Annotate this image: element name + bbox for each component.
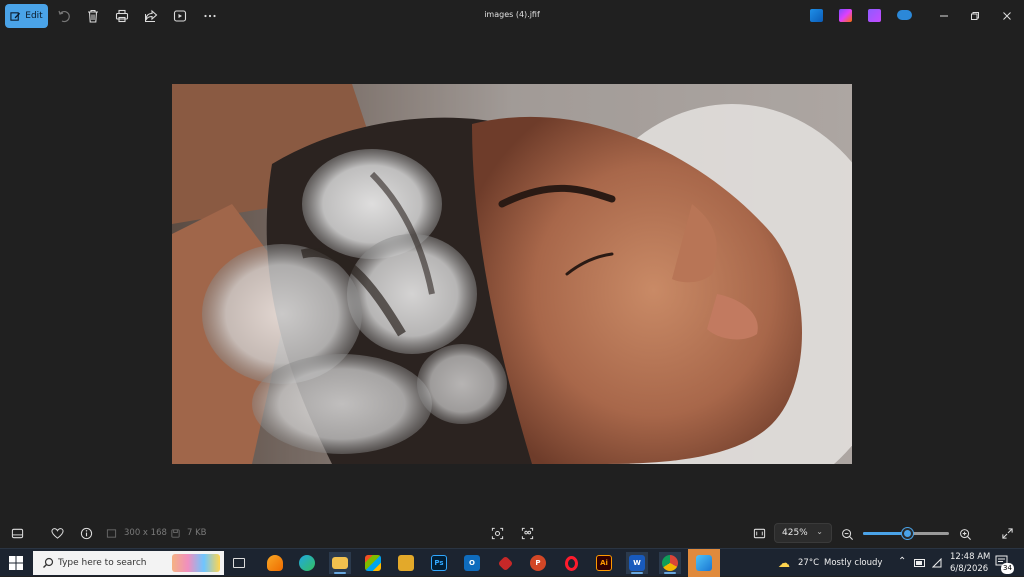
more-icon[interactable] — [202, 8, 218, 24]
title-bar: Edit images (4).jfif — [0, 0, 1024, 32]
taskbar-opera[interactable] — [560, 552, 582, 574]
minimize-button[interactable] — [933, 6, 955, 26]
minimize-icon — [940, 15, 948, 17]
rotate-icon[interactable] — [56, 8, 72, 24]
word-icon: W — [629, 555, 645, 571]
taskbar-microsoft-store[interactable] — [362, 552, 384, 574]
print-icon[interactable] — [114, 8, 130, 24]
show-hidden-icons-icon[interactable]: ⌃ — [898, 556, 906, 567]
store-icon — [365, 555, 381, 571]
taskbar-search-box[interactable]: Type here to search — [33, 551, 224, 575]
designer-icon[interactable] — [810, 9, 823, 22]
people-scan-icon[interactable] — [520, 526, 534, 540]
active-indicator — [334, 572, 346, 574]
photoshop-icon: Ps — [431, 555, 447, 571]
edit-button[interactable]: Edit — [5, 4, 48, 28]
taskbar-chrome[interactable] — [659, 552, 681, 574]
photos-app-window: Edit images (4).jfif 300 x 168 7 KB 425%… — [0, 0, 1024, 548]
fit-to-window-icon[interactable] — [752, 526, 766, 540]
clipchamp-icon[interactable] — [839, 9, 852, 22]
image-dimensions: 300 x 168 — [124, 528, 167, 538]
zoom-level: 425% — [782, 528, 808, 538]
task-view-icon — [233, 558, 245, 568]
zoom-slider-fill — [863, 532, 908, 535]
taskbar-photos[interactable] — [688, 549, 720, 577]
favorite-icon[interactable] — [50, 526, 64, 540]
slideshow-icon[interactable] — [172, 8, 188, 24]
close-button[interactable] — [996, 6, 1018, 26]
taskbar-edge[interactable] — [296, 552, 318, 574]
battery-icon[interactable] — [914, 559, 926, 567]
close-icon — [1003, 12, 1011, 20]
fl-studio-icon — [267, 555, 283, 571]
photo-viewer-icon — [398, 555, 414, 571]
taskbar-fl-studio[interactable] — [264, 552, 286, 574]
illustrator-icon: Ai — [596, 555, 612, 571]
fullscreen-icon[interactable] — [1000, 526, 1014, 540]
resolution-icon — [106, 526, 117, 540]
network-icon[interactable] — [932, 558, 942, 568]
notification-count: 34 — [1001, 563, 1014, 574]
restore-button[interactable] — [964, 6, 986, 26]
zoom-level-dropdown[interactable]: 425% ⌄ — [774, 523, 832, 543]
zoom-out-icon[interactable] — [840, 527, 854, 541]
taskbar-photo-app[interactable] — [395, 552, 417, 574]
powerpoint-icon: P — [530, 555, 546, 571]
search-placeholder: Type here to search — [58, 558, 147, 568]
taskbar-file-explorer[interactable] — [329, 552, 351, 574]
clock-date[interactable]: 6/8/2026 — [950, 564, 988, 574]
taskbar-powerpoint[interactable]: P — [527, 552, 549, 574]
taskbar-word[interactable]: W — [626, 552, 648, 574]
edge-icon — [299, 555, 315, 571]
vpn-icon — [497, 555, 513, 571]
edit-icon — [10, 11, 21, 21]
filmstrip-icon[interactable] — [10, 526, 24, 540]
weather-condition[interactable]: Mostly cloudy — [824, 558, 882, 568]
active-indicator — [664, 572, 676, 574]
zoom-in-icon[interactable] — [958, 527, 972, 541]
share-icon[interactable] — [143, 8, 159, 24]
active-indicator — [631, 572, 643, 574]
file-size: 7 KB — [187, 528, 207, 538]
taskbar-outlook[interactable]: O — [461, 552, 483, 574]
photos-icon — [696, 555, 712, 571]
create-video-icon[interactable] — [868, 9, 881, 22]
file-size-icon — [170, 526, 181, 540]
cloud-sun-icon: ☁ — [778, 556, 790, 570]
delete-icon[interactable] — [85, 8, 101, 24]
taskbar-photoshop[interactable]: Ps — [428, 552, 450, 574]
displayed-photo — [172, 84, 852, 464]
task-view-button[interactable] — [228, 552, 250, 574]
search-icon — [43, 557, 54, 568]
visual-search-icon[interactable] — [490, 526, 504, 540]
taskbar-vpn[interactable] — [494, 552, 516, 574]
chevron-down-icon: ⌄ — [816, 527, 823, 536]
restore-icon — [971, 12, 979, 20]
onedrive-icon[interactable] — [897, 10, 912, 20]
chrome-icon — [662, 555, 678, 571]
outlook-icon: O — [464, 555, 480, 571]
edit-label: Edit — [25, 11, 43, 21]
taskbar-illustrator[interactable]: Ai — [593, 552, 615, 574]
search-highlight-icon — [172, 554, 220, 572]
opera-icon — [564, 555, 578, 571]
weather-temp[interactable]: 27°C — [798, 558, 819, 568]
clock-time[interactable]: 12:48 AM — [950, 552, 990, 562]
info-icon[interactable] — [79, 526, 93, 540]
folder-icon — [332, 557, 348, 569]
windows-start-icon[interactable] — [8, 555, 24, 571]
weather-icon[interactable]: ☁ — [774, 552, 794, 574]
taskbar: Type here to search Ps O P Ai W ☁ 27°C M… — [0, 548, 1024, 577]
